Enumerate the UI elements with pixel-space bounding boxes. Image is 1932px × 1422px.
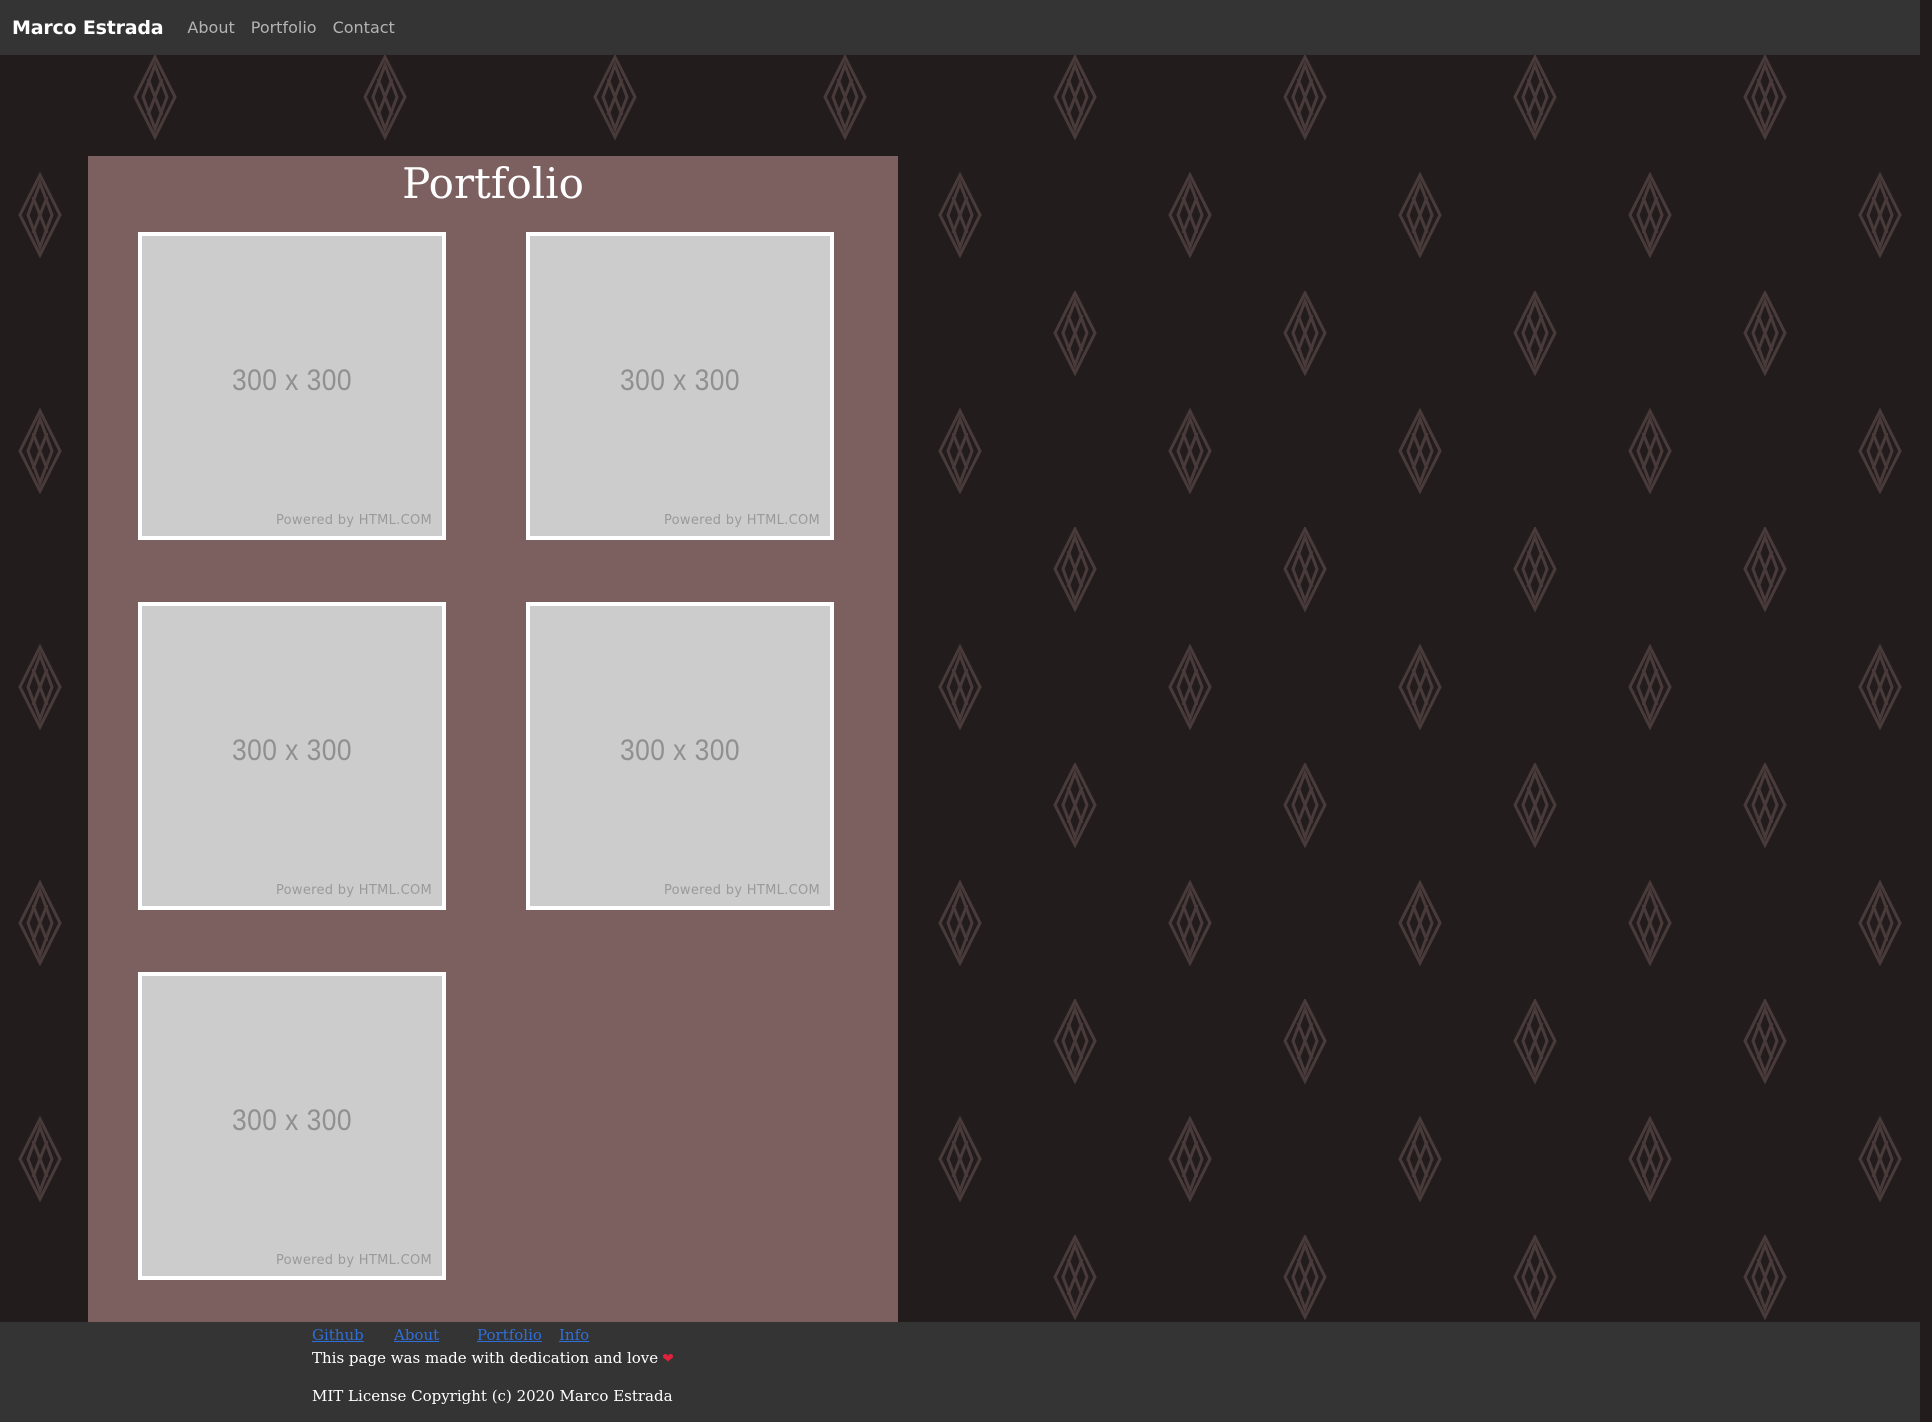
thumbnail-size-label: 300 x 300	[620, 364, 740, 397]
brand-link[interactable]: Marco Estrada	[12, 17, 164, 39]
thumbnail-powered-label: Powered by HTML.COM	[663, 883, 820, 898]
thumbnail-size-label: 300 x 300	[620, 734, 740, 767]
navbar: Marco Estrada About Portfolio Contact	[0, 0, 1920, 55]
thumbnail-powered-label: Powered by HTML.COM	[275, 883, 432, 898]
footer: Github About Portfolio Info This page wa…	[0, 1322, 1920, 1422]
footer-tagline: This page was made with dedication and l…	[312, 1349, 659, 1367]
footer-link-about[interactable]: About	[394, 1326, 439, 1344]
footer-link-portfolio[interactable]: Portfolio	[477, 1326, 542, 1344]
portfolio-thumbnail[interactable]: 300 x 300 Powered by HTML.COM	[526, 232, 834, 540]
portfolio-panel: Portfolio 300 x 300 Powered by HTML.COM …	[88, 156, 898, 1322]
portfolio-thumbnail[interactable]: 300 x 300 Powered by HTML.COM	[138, 602, 446, 910]
nav-link-contact[interactable]: Contact	[333, 18, 395, 37]
thumbnail-powered-label: Powered by HTML.COM	[663, 513, 820, 528]
footer-tagline-row: This page was made with dedication and l…	[312, 1349, 674, 1367]
thumbnail-size-label: 300 x 300	[232, 1104, 352, 1137]
portfolio-thumbnail[interactable]: 300 x 300 Powered by HTML.COM	[138, 232, 446, 540]
nav-link-about[interactable]: About	[187, 18, 234, 37]
thumbnail-size-label: 300 x 300	[232, 734, 352, 767]
footer-copyright: MIT License Copyright (c) 2020 Marco Est…	[312, 1387, 673, 1405]
portfolio-grid: 300 x 300 Powered by HTML.COM 300 x 300 …	[88, 156, 898, 1322]
heart-icon: ❤	[662, 1351, 674, 1367]
thumbnail-size-label: 300 x 300	[232, 364, 352, 397]
thumbnail-powered-label: Powered by HTML.COM	[275, 1253, 432, 1268]
nav-link-portfolio[interactable]: Portfolio	[251, 18, 317, 37]
footer-link-github[interactable]: Github	[312, 1326, 364, 1344]
footer-link-info[interactable]: Info	[559, 1326, 589, 1344]
portfolio-thumbnail[interactable]: 300 x 300 Powered by HTML.COM	[526, 602, 834, 910]
thumbnail-powered-label: Powered by HTML.COM	[275, 513, 432, 528]
portfolio-thumbnail[interactable]: 300 x 300 Powered by HTML.COM	[138, 972, 446, 1280]
